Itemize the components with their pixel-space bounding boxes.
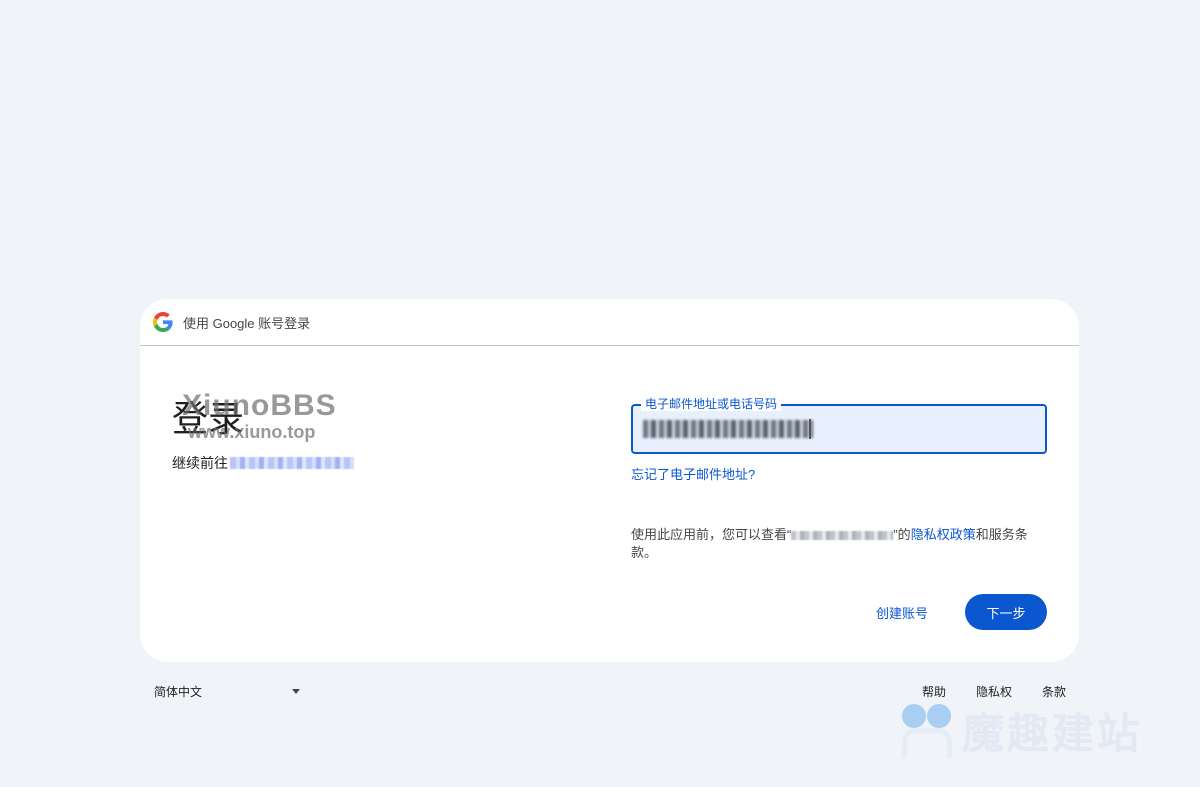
moqu-watermark-text: 魔趣建站 xyxy=(962,709,1143,758)
privacy-policy-link[interactable]: 隐私权政策 xyxy=(911,527,976,542)
right-column: 电子邮件地址或电话号码 忘记了电子邮件地址? 使用此应用前，您可以查看“ ”的隐私… xyxy=(631,397,1047,562)
moqu-watermark: 魔趣建站 xyxy=(900,700,1142,761)
help-link[interactable]: 帮助 xyxy=(922,683,946,700)
policy-text-after: ”的 xyxy=(893,527,911,542)
moqu-logo-icon xyxy=(900,702,954,760)
footer-links: 帮助 隐私权 条款 xyxy=(892,683,1066,700)
page-title: 登录 xyxy=(172,398,245,439)
email-input[interactable] xyxy=(643,420,813,438)
language-label: 简体中文 xyxy=(154,685,203,699)
footer: 简体中文 帮助 隐私权 条款 xyxy=(154,683,1066,703)
header-text: 使用 Google 账号登录 xyxy=(183,315,311,331)
card-header: 使用 Google 账号登录 xyxy=(140,299,1079,346)
next-button[interactable]: 下一步 xyxy=(965,594,1047,630)
privacy-link[interactable]: 隐私权 xyxy=(976,683,1012,700)
chevron-down-icon xyxy=(292,689,300,694)
forgot-email-link[interactable]: 忘记了电子邮件地址? xyxy=(631,464,755,483)
policy-text-before: 使用此应用前，您可以查看“ xyxy=(631,527,792,542)
app-name-redacted xyxy=(791,531,894,541)
left-column: 登录 继续前往 xyxy=(172,397,354,473)
action-buttons: 创建账号 下一步 xyxy=(864,594,1047,630)
create-account-button[interactable]: 创建账号 xyxy=(864,594,940,630)
google-logo-icon xyxy=(153,312,173,332)
policy-notice: 使用此应用前，您可以查看“ ”的隐私权政策和服务条款。 xyxy=(631,526,1031,562)
app-link-redacted[interactable] xyxy=(230,457,354,469)
email-field-label: 电子邮件地址或电话号码 xyxy=(641,397,782,411)
continue-to-label: 继续前往 xyxy=(172,455,228,471)
signin-card: 使用 Google 账号登录 登录 继续前往 电子邮件地址或电话号码 忘记了电子… xyxy=(140,299,1079,662)
email-field[interactable]: 电子邮件地址或电话号码 xyxy=(631,397,1047,454)
terms-link[interactable]: 条款 xyxy=(1042,683,1066,700)
continue-to-line: 继续前往 xyxy=(172,453,354,473)
text-caret xyxy=(809,419,811,439)
